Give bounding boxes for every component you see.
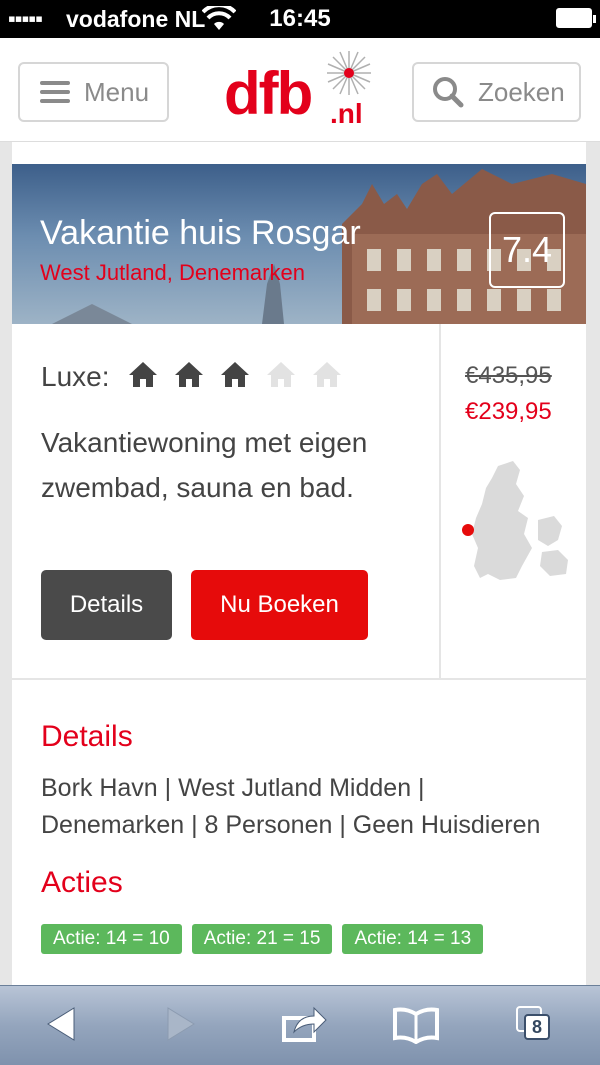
back-icon[interactable] (44, 1004, 78, 1044)
property-info: Luxe: Vakantiewoning met eigen zwembad, … (12, 324, 586, 680)
logo-text: dfb (224, 60, 313, 127)
tabs-button[interactable]: 8 (514, 1004, 562, 1048)
forward-icon[interactable] (164, 1004, 198, 1044)
menu-button[interactable]: Menu (18, 62, 169, 122)
site-header: Menu dfb .nl Zoeken (0, 38, 600, 142)
actie-badge[interactable]: Actie: 21 = 15 (191, 924, 333, 954)
details-text: Bork Havn | West Jutland Midden | Denema… (41, 774, 541, 839)
search-button[interactable]: Zoeken (412, 62, 581, 122)
acties-list: Actie: 14 = 10 Actie: 21 = 15 Actie: 14 … (41, 924, 493, 954)
house-icon-filled (220, 362, 249, 387)
old-price: €435,95 (465, 362, 552, 389)
rating-badge: 7.4 (489, 212, 565, 288)
share-icon[interactable] (280, 1004, 328, 1044)
property-title: Vakantie huis Rosgar (40, 214, 361, 252)
bookmarks-icon[interactable] (392, 1004, 440, 1044)
new-price: €239,95 (465, 398, 552, 425)
search-icon (433, 77, 464, 108)
hamburger-icon (40, 81, 70, 103)
property-card: Vakantie huis Rosgar West Jutland, Denem… (12, 142, 586, 985)
battery-icon (556, 8, 596, 28)
logo-flower-icon (327, 51, 371, 95)
property-description: Vakantiewoning met eigen zwembad, sauna … (41, 427, 368, 503)
book-now-button[interactable]: Nu Boeken (191, 570, 368, 640)
actie-badge[interactable]: Actie: 14 = 10 (41, 924, 182, 954)
browser-toolbar: 8 (0, 985, 600, 1065)
house-icon-empty (266, 362, 295, 387)
denmark-map (462, 461, 568, 580)
details-heading: Details (41, 720, 133, 753)
luxe-rating: Luxe: (41, 360, 350, 393)
status-bar: ▪▪▪▪▪ vodafone NL 16:45 (0, 0, 600, 38)
acties-heading: Acties (41, 866, 123, 899)
luxe-label: Luxe: (41, 360, 110, 392)
property-hero-image[interactable]: Vakantie huis Rosgar West Jutland, Denem… (12, 164, 586, 324)
actie-badge[interactable]: Actie: 14 = 13 (342, 924, 484, 954)
clock: 16:45 (269, 5, 331, 32)
house-icon-filled (174, 362, 203, 387)
dfb-logo[interactable]: dfb .nl (224, 48, 376, 138)
house-icon-filled (128, 362, 157, 387)
luxe-houses (120, 360, 350, 393)
details-button[interactable]: Details (41, 570, 172, 640)
menu-button-label: Menu (84, 76, 150, 107)
property-region: West Jutland, Denemarken (40, 260, 305, 285)
search-button-label: Zoeken (478, 76, 565, 107)
tabs-count: 8 (524, 1014, 550, 1040)
column-divider (439, 324, 441, 678)
house-icon-empty (312, 362, 341, 387)
logo-domain-suffix: .nl (330, 98, 363, 129)
